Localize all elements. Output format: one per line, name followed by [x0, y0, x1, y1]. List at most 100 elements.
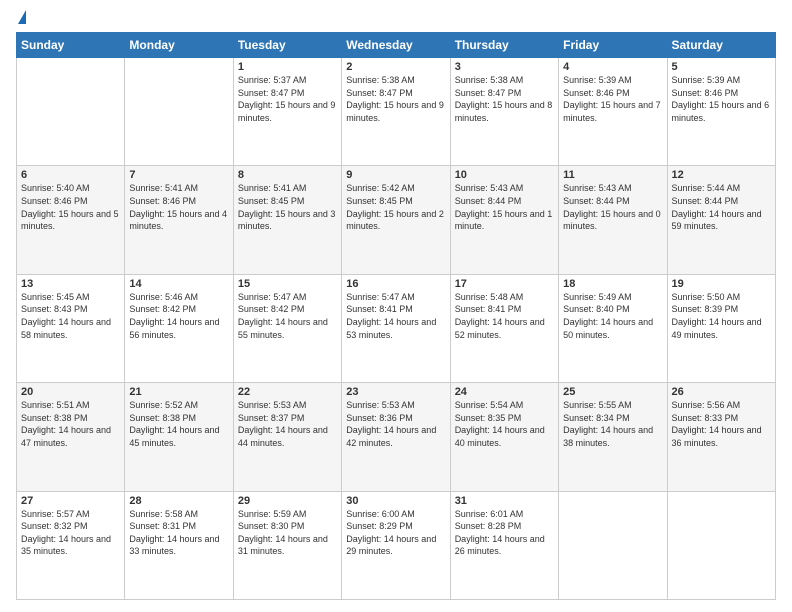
day-number: 21 [129, 386, 228, 398]
weekday-header-friday: Friday [559, 33, 667, 58]
calendar-cell: 23Sunrise: 5:53 AM Sunset: 8:36 PM Dayli… [342, 383, 450, 491]
calendar-cell: 4Sunrise: 5:39 AM Sunset: 8:46 PM Daylig… [559, 58, 667, 166]
weekday-header-thursday: Thursday [450, 33, 558, 58]
day-info: Sunrise: 5:48 AM Sunset: 8:41 PM Dayligh… [455, 291, 554, 341]
calendar-cell: 11Sunrise: 5:43 AM Sunset: 8:44 PM Dayli… [559, 166, 667, 274]
calendar-week-2: 6Sunrise: 5:40 AM Sunset: 8:46 PM Daylig… [17, 166, 776, 274]
calendar-cell: 27Sunrise: 5:57 AM Sunset: 8:32 PM Dayli… [17, 491, 125, 599]
day-number: 8 [238, 169, 337, 181]
day-number: 6 [21, 169, 120, 181]
day-number: 2 [346, 61, 445, 73]
day-info: Sunrise: 5:53 AM Sunset: 8:36 PM Dayligh… [346, 399, 445, 449]
calendar-cell: 6Sunrise: 5:40 AM Sunset: 8:46 PM Daylig… [17, 166, 125, 274]
page: SundayMondayTuesdayWednesdayThursdayFrid… [0, 0, 792, 612]
calendar-cell [667, 491, 775, 599]
calendar-cell: 13Sunrise: 5:45 AM Sunset: 8:43 PM Dayli… [17, 274, 125, 382]
calendar-cell: 30Sunrise: 6:00 AM Sunset: 8:29 PM Dayli… [342, 491, 450, 599]
day-number: 9 [346, 169, 445, 181]
day-info: Sunrise: 5:39 AM Sunset: 8:46 PM Dayligh… [563, 74, 662, 124]
calendar-cell: 31Sunrise: 6:01 AM Sunset: 8:28 PM Dayli… [450, 491, 558, 599]
day-number: 20 [21, 386, 120, 398]
calendar-cell: 2Sunrise: 5:38 AM Sunset: 8:47 PM Daylig… [342, 58, 450, 166]
day-number: 12 [672, 169, 771, 181]
day-number: 11 [563, 169, 662, 181]
day-info: Sunrise: 5:39 AM Sunset: 8:46 PM Dayligh… [672, 74, 771, 124]
header [16, 12, 776, 24]
day-number: 28 [129, 495, 228, 507]
calendar-cell: 15Sunrise: 5:47 AM Sunset: 8:42 PM Dayli… [233, 274, 341, 382]
day-number: 27 [21, 495, 120, 507]
day-number: 25 [563, 386, 662, 398]
day-info: Sunrise: 5:37 AM Sunset: 8:47 PM Dayligh… [238, 74, 337, 124]
day-number: 14 [129, 278, 228, 290]
weekday-header-row: SundayMondayTuesdayWednesdayThursdayFrid… [17, 33, 776, 58]
day-info: Sunrise: 6:01 AM Sunset: 8:28 PM Dayligh… [455, 508, 554, 558]
calendar-cell: 20Sunrise: 5:51 AM Sunset: 8:38 PM Dayli… [17, 383, 125, 491]
day-info: Sunrise: 5:44 AM Sunset: 8:44 PM Dayligh… [672, 182, 771, 232]
weekday-header-monday: Monday [125, 33, 233, 58]
day-number: 31 [455, 495, 554, 507]
day-info: Sunrise: 5:56 AM Sunset: 8:33 PM Dayligh… [672, 399, 771, 449]
calendar-cell: 26Sunrise: 5:56 AM Sunset: 8:33 PM Dayli… [667, 383, 775, 491]
day-number: 4 [563, 61, 662, 73]
day-info: Sunrise: 5:45 AM Sunset: 8:43 PM Dayligh… [21, 291, 120, 341]
calendar-cell: 14Sunrise: 5:46 AM Sunset: 8:42 PM Dayli… [125, 274, 233, 382]
day-info: Sunrise: 5:42 AM Sunset: 8:45 PM Dayligh… [346, 182, 445, 232]
day-info: Sunrise: 5:57 AM Sunset: 8:32 PM Dayligh… [21, 508, 120, 558]
calendar-cell: 19Sunrise: 5:50 AM Sunset: 8:39 PM Dayli… [667, 274, 775, 382]
day-info: Sunrise: 5:38 AM Sunset: 8:47 PM Dayligh… [346, 74, 445, 124]
day-info: Sunrise: 5:49 AM Sunset: 8:40 PM Dayligh… [563, 291, 662, 341]
weekday-header-saturday: Saturday [667, 33, 775, 58]
calendar-cell: 9Sunrise: 5:42 AM Sunset: 8:45 PM Daylig… [342, 166, 450, 274]
day-info: Sunrise: 5:58 AM Sunset: 8:31 PM Dayligh… [129, 508, 228, 558]
calendar-cell: 25Sunrise: 5:55 AM Sunset: 8:34 PM Dayli… [559, 383, 667, 491]
day-number: 17 [455, 278, 554, 290]
day-info: Sunrise: 5:43 AM Sunset: 8:44 PM Dayligh… [563, 182, 662, 232]
day-info: Sunrise: 5:59 AM Sunset: 8:30 PM Dayligh… [238, 508, 337, 558]
calendar-cell: 28Sunrise: 5:58 AM Sunset: 8:31 PM Dayli… [125, 491, 233, 599]
day-info: Sunrise: 5:47 AM Sunset: 8:41 PM Dayligh… [346, 291, 445, 341]
day-info: Sunrise: 5:43 AM Sunset: 8:44 PM Dayligh… [455, 182, 554, 232]
calendar-cell [125, 58, 233, 166]
calendar-table: SundayMondayTuesdayWednesdayThursdayFrid… [16, 32, 776, 600]
day-number: 15 [238, 278, 337, 290]
weekday-header-wednesday: Wednesday [342, 33, 450, 58]
day-info: Sunrise: 5:40 AM Sunset: 8:46 PM Dayligh… [21, 182, 120, 232]
day-number: 23 [346, 386, 445, 398]
day-number: 7 [129, 169, 228, 181]
day-number: 1 [238, 61, 337, 73]
calendar-week-1: 1Sunrise: 5:37 AM Sunset: 8:47 PM Daylig… [17, 58, 776, 166]
day-number: 18 [563, 278, 662, 290]
day-number: 13 [21, 278, 120, 290]
day-info: Sunrise: 5:38 AM Sunset: 8:47 PM Dayligh… [455, 74, 554, 124]
logo-triangle-icon [18, 10, 26, 24]
calendar-cell [17, 58, 125, 166]
calendar-cell: 29Sunrise: 5:59 AM Sunset: 8:30 PM Dayli… [233, 491, 341, 599]
calendar-cell: 21Sunrise: 5:52 AM Sunset: 8:38 PM Dayli… [125, 383, 233, 491]
calendar-cell: 16Sunrise: 5:47 AM Sunset: 8:41 PM Dayli… [342, 274, 450, 382]
calendar-week-5: 27Sunrise: 5:57 AM Sunset: 8:32 PM Dayli… [17, 491, 776, 599]
day-info: Sunrise: 5:55 AM Sunset: 8:34 PM Dayligh… [563, 399, 662, 449]
calendar-cell: 5Sunrise: 5:39 AM Sunset: 8:46 PM Daylig… [667, 58, 775, 166]
day-info: Sunrise: 6:00 AM Sunset: 8:29 PM Dayligh… [346, 508, 445, 558]
calendar-cell: 17Sunrise: 5:48 AM Sunset: 8:41 PM Dayli… [450, 274, 558, 382]
day-number: 22 [238, 386, 337, 398]
day-info: Sunrise: 5:54 AM Sunset: 8:35 PM Dayligh… [455, 399, 554, 449]
calendar-cell [559, 491, 667, 599]
calendar-cell: 1Sunrise: 5:37 AM Sunset: 8:47 PM Daylig… [233, 58, 341, 166]
day-number: 19 [672, 278, 771, 290]
day-info: Sunrise: 5:53 AM Sunset: 8:37 PM Dayligh… [238, 399, 337, 449]
day-info: Sunrise: 5:52 AM Sunset: 8:38 PM Dayligh… [129, 399, 228, 449]
day-number: 3 [455, 61, 554, 73]
day-number: 5 [672, 61, 771, 73]
calendar-cell: 18Sunrise: 5:49 AM Sunset: 8:40 PM Dayli… [559, 274, 667, 382]
calendar-cell: 12Sunrise: 5:44 AM Sunset: 8:44 PM Dayli… [667, 166, 775, 274]
calendar-cell: 22Sunrise: 5:53 AM Sunset: 8:37 PM Dayli… [233, 383, 341, 491]
day-info: Sunrise: 5:51 AM Sunset: 8:38 PM Dayligh… [21, 399, 120, 449]
calendar-cell: 24Sunrise: 5:54 AM Sunset: 8:35 PM Dayli… [450, 383, 558, 491]
logo [16, 12, 26, 24]
day-info: Sunrise: 5:41 AM Sunset: 8:46 PM Dayligh… [129, 182, 228, 232]
calendar-week-4: 20Sunrise: 5:51 AM Sunset: 8:38 PM Dayli… [17, 383, 776, 491]
day-number: 30 [346, 495, 445, 507]
day-info: Sunrise: 5:47 AM Sunset: 8:42 PM Dayligh… [238, 291, 337, 341]
